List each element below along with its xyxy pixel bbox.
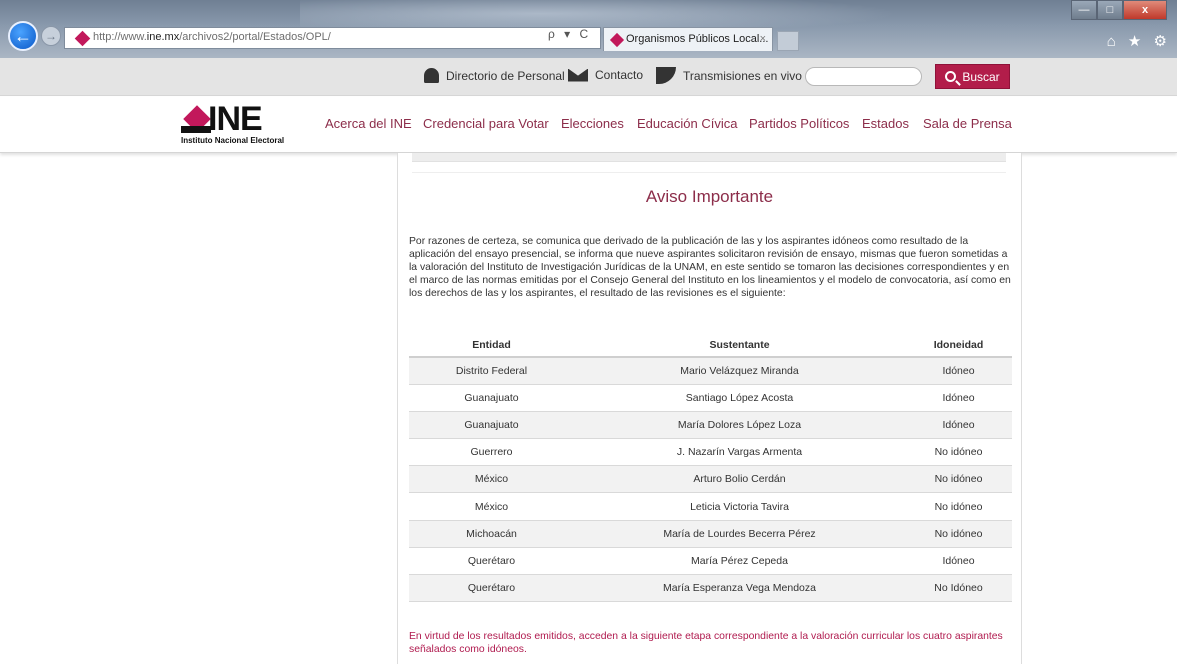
cell-idoneidad: Idóneo — [905, 357, 1012, 385]
table-row: Querétaro María Pérez Cepeda Idóneo — [409, 547, 1012, 576]
window-controls: — □ x — [1071, 0, 1167, 20]
cell-entidad: Guanajuato — [409, 411, 574, 440]
cell-sustentante: María Pérez Cepeda — [574, 547, 905, 576]
header-idoneidad: Idoneidad — [905, 333, 1012, 358]
browser-chrome: ← → http://www.ine.mx/archivos2/portal/E… — [0, 0, 1177, 58]
back-button[interactable]: ← — [8, 21, 38, 51]
logo-bar — [181, 126, 211, 133]
search-button-label: Buscar — [962, 69, 1000, 84]
cell-idoneidad: No idóneo — [905, 520, 1012, 548]
cell-entidad: Querétaro — [409, 547, 574, 576]
table-row: Guanajuato María Dolores López Loza Idón… — [409, 411, 1012, 440]
notice-title: Aviso Importante — [645, 187, 774, 206]
logo-text: INE — [208, 100, 263, 138]
cell-sustentante: María Esperanza Vega Mendoza — [574, 574, 905, 603]
user-icon — [424, 68, 439, 83]
cell-idoneidad: No Idóneo — [905, 574, 1012, 603]
cell-sustentante: Arturo Bolio Cerdán — [574, 465, 905, 494]
cell-entidad: México — [409, 465, 574, 494]
cell-entidad: Distrito Federal — [409, 357, 574, 385]
satellite-icon — [656, 67, 676, 84]
cell-entidad: Querétaro — [409, 574, 574, 603]
forward-button[interactable]: → — [41, 26, 61, 46]
ine-logo[interactable]: INE Instituto Nacional Electoral — [181, 100, 305, 147]
mail-icon — [568, 68, 588, 82]
cell-idoneidad: Idóneo — [905, 411, 1012, 440]
nav-item-acerca[interactable]: Acerca del INE — [325, 116, 412, 131]
directorio-label: Directorio de Personal — [446, 68, 565, 83]
cell-idoneidad: No idóneo — [905, 438, 1012, 467]
tab-close-icon[interactable]: × — [760, 33, 766, 45]
cell-idoneidad: Idóneo — [905, 384, 1012, 412]
transmisiones-label: Transmisiones en vivo — [683, 68, 802, 83]
minimize-button[interactable]: — — [1071, 0, 1097, 20]
notice-footnote: En virtud de los resultados emitidos, ac… — [409, 631, 1003, 655]
close-window-button[interactable]: x — [1123, 0, 1167, 20]
cell-sustentante: J. Nazarín Vargas Armenta — [574, 438, 905, 467]
tab-title: Organismos Públicos Local... — [626, 33, 769, 45]
cell-idoneidad: No idóneo — [905, 465, 1012, 494]
cell-sustentante: María de Lourdes Becerra Pérez — [574, 520, 905, 548]
nav-item-elecciones[interactable]: Elecciones — [561, 116, 624, 131]
table-row: Michoacán María de Lourdes Becerra Pérez… — [409, 520, 1012, 548]
cell-entidad: Guerrero — [409, 438, 574, 467]
contacto-link[interactable]: Contacto — [568, 68, 643, 82]
table-row: México Arturo Bolio Cerdán No idóneo — [409, 465, 1012, 494]
cell-idoneidad: No idóneo — [905, 492, 1012, 521]
table-row: Guanajuato Santiago López Acosta Idóneo — [409, 384, 1012, 412]
cell-sustentante: Leticia Victoria Tavira — [574, 492, 905, 521]
nav-item-educacion[interactable]: Educación Cívica — [637, 116, 737, 131]
nav-item-credencial[interactable]: Credencial para Votar — [423, 116, 549, 131]
cell-sustentante: Santiago López Acosta — [574, 384, 905, 412]
browser-toolbar-icons[interactable]: ⌂ ★ ⚙ — [1107, 32, 1171, 50]
url-domain: ine.mx — [146, 31, 180, 43]
header-entidad: Entidad — [409, 333, 574, 358]
table-header-row: Entidad Sustentante Idoneidad — [409, 333, 1012, 358]
notice-paragraph: Por razones de certeza, se comunica que … — [409, 236, 1011, 299]
nav-item-estados[interactable]: Estados — [862, 116, 909, 131]
nav-item-partidos[interactable]: Partidos Políticos — [749, 116, 849, 131]
header-sustentante: Sustentante — [574, 333, 905, 358]
cell-idoneidad: Idóneo — [905, 547, 1012, 576]
url-path: /archivos2/portal/Estados/OPL/ — [179, 31, 331, 43]
new-tab-button[interactable] — [777, 31, 799, 51]
search-button[interactable]: Buscar — [935, 64, 1010, 89]
cell-sustentante: María Dolores López Loza — [574, 411, 905, 440]
divider — [412, 172, 1006, 173]
content-top-bar — [412, 153, 1006, 162]
tab-favicon-icon — [609, 32, 625, 48]
cell-entidad: Michoacán — [409, 520, 574, 548]
contacto-label: Contacto — [595, 68, 644, 82]
directorio-link[interactable]: Directorio de Personal — [424, 68, 565, 83]
table-row: Querétaro María Esperanza Vega Mendoza N… — [409, 574, 1012, 603]
cell-entidad: México — [409, 492, 574, 521]
address-tools[interactable]: ρ ▾ C — [548, 27, 591, 41]
cell-sustentante: Mario Velázquez Miranda — [574, 357, 905, 385]
address-bar[interactable]: http://www.ine.mx/archivos2/portal/Estad… — [64, 27, 601, 49]
results-table: Entidad Sustentante Idoneidad Distrito F… — [409, 333, 1012, 603]
search-input[interactable] — [805, 67, 922, 86]
table-row: Distrito Federal Mario Velázquez Miranda… — [409, 357, 1012, 385]
table-row: Guerrero J. Nazarín Vargas Armenta No id… — [409, 438, 1012, 467]
maximize-button[interactable]: □ — [1097, 0, 1123, 20]
cell-entidad: Guanajuato — [409, 384, 574, 412]
table-row: México Leticia Victoria Tavira No idóneo — [409, 492, 1012, 521]
transmisiones-link[interactable]: Transmisiones en vivo — [656, 67, 802, 84]
url-prefix: http://www. — [93, 31, 147, 43]
logo-subtitle: Instituto Nacional Electoral — [181, 136, 285, 145]
search-icon — [945, 71, 957, 82]
browser-tab[interactable]: Organismos Públicos Local... × — [603, 27, 773, 51]
nav-item-sala-prensa[interactable]: Sala de Prensa — [923, 116, 1012, 131]
site-favicon-icon — [74, 30, 91, 47]
